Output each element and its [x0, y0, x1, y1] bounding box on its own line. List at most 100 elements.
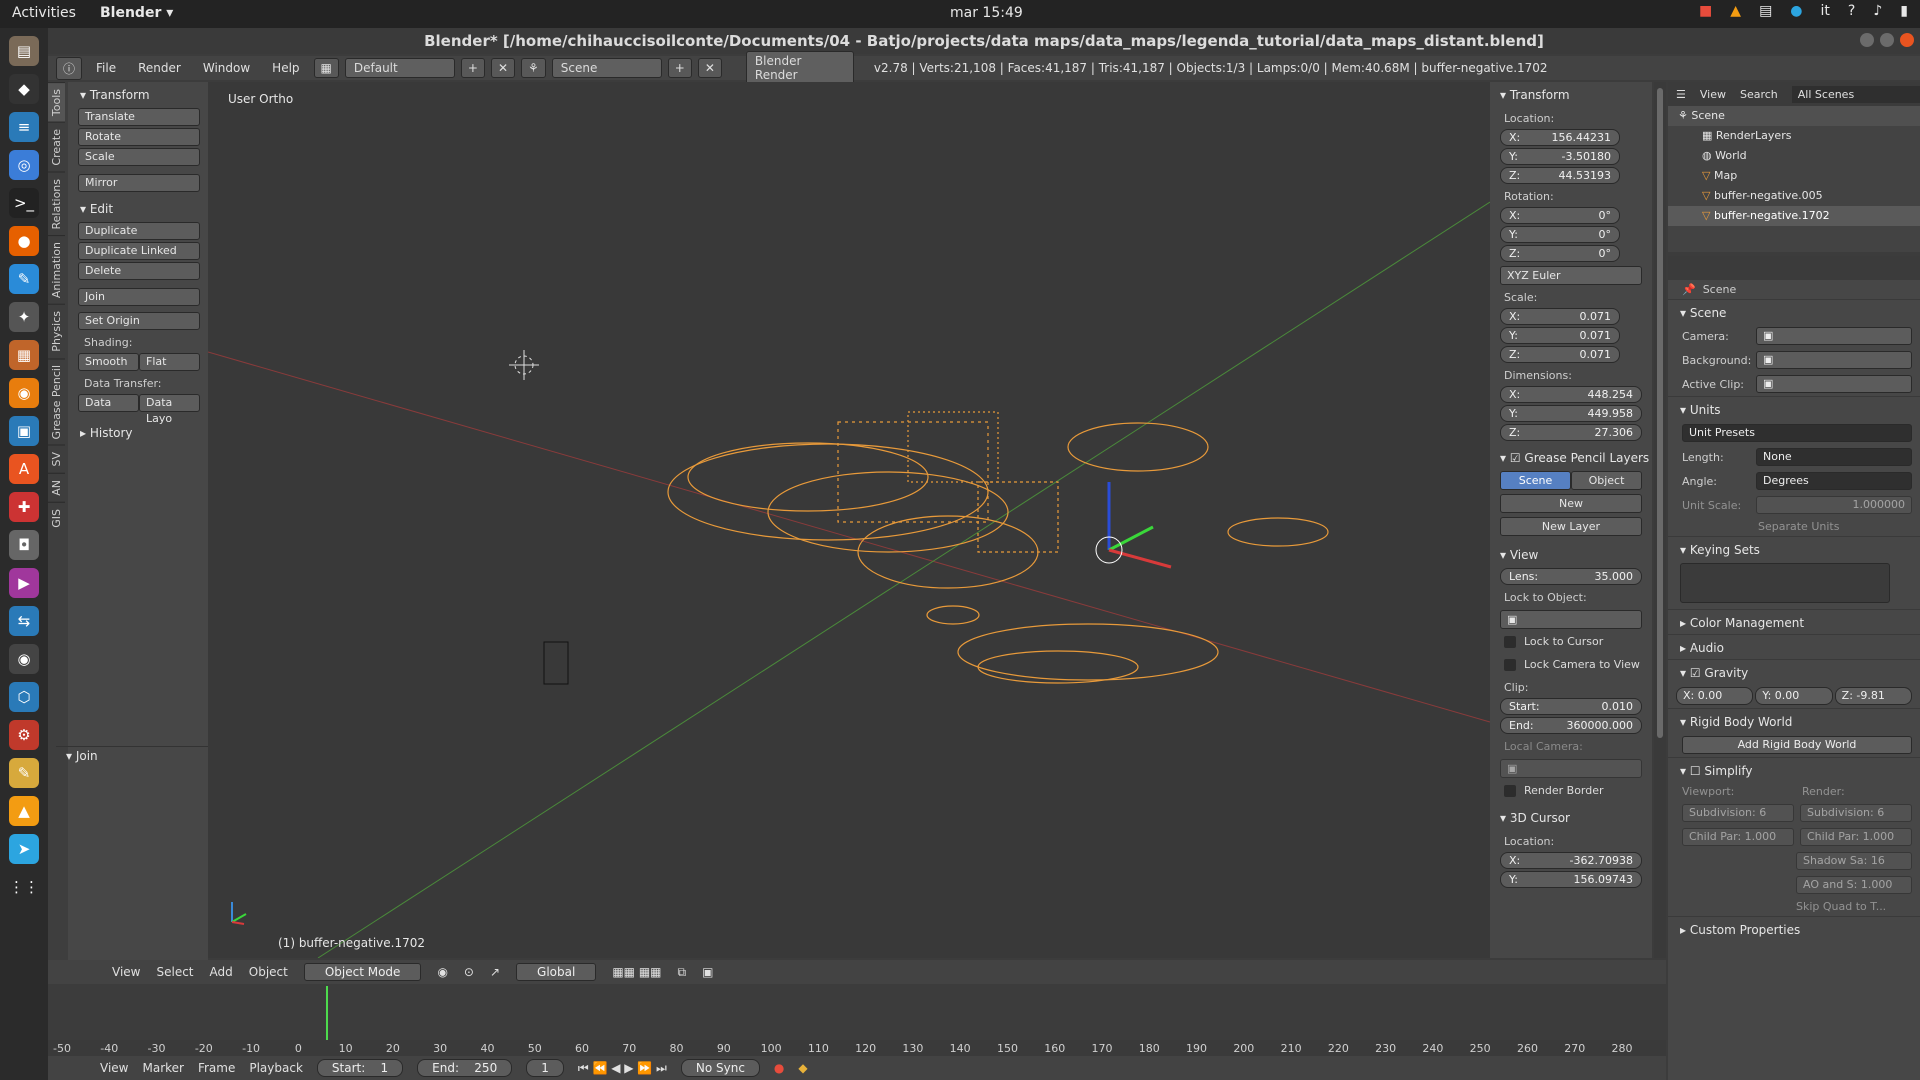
- tab-relations[interactable]: Relations: [48, 171, 65, 236]
- volume-icon[interactable]: ♪: [1873, 3, 1882, 19]
- audio-header[interactable]: ▸ Audio: [1668, 634, 1920, 659]
- smooth-button[interactable]: Smooth: [78, 353, 139, 371]
- camera-field[interactable]: ▣: [1756, 327, 1912, 345]
- files-icon[interactable]: ▤: [1759, 3, 1772, 19]
- editor-type-icon[interactable]: ⓘ: [56, 56, 83, 80]
- skip-quad-row[interactable]: Skip Quad to T...: [1668, 897, 1920, 916]
- snap-icon[interactable]: ⧉: [678, 965, 687, 980]
- layout-icon[interactable]: ▦: [313, 58, 339, 78]
- scale-button[interactable]: Scale: [78, 148, 200, 166]
- clip-end-field[interactable]: End: 360000.000: [1500, 717, 1642, 734]
- gp-object-tab[interactable]: Object: [1571, 471, 1642, 490]
- tl-frame-menu[interactable]: Frame: [198, 1061, 235, 1075]
- active-clip-field[interactable]: ▣: [1756, 375, 1912, 393]
- language-indicator[interactable]: it: [1821, 3, 1830, 19]
- telegram-icon[interactable]: ●: [1790, 3, 1802, 19]
- view-header[interactable]: ▾ View: [1490, 542, 1652, 566]
- scale-z[interactable]: Z: 0.071: [1500, 346, 1620, 363]
- notes-icon[interactable]: ✎: [9, 758, 39, 788]
- keyframe-icon[interactable]: ◆: [798, 1061, 807, 1075]
- activities-button[interactable]: Activities: [12, 5, 76, 21]
- tl-marker-menu[interactable]: Marker: [142, 1061, 183, 1075]
- object-menu[interactable]: Object: [249, 965, 288, 979]
- start-frame-field[interactable]: Start: 1: [316, 1059, 404, 1077]
- set-origin-select[interactable]: Set Origin: [78, 312, 200, 330]
- clock[interactable]: mar 15:49: [950, 5, 1023, 21]
- edit-header[interactable]: ▾ Edit: [70, 200, 208, 220]
- outliner-item-map[interactable]: ▽ Map: [1668, 166, 1920, 186]
- dimension-y[interactable]: Y: 449.958: [1500, 405, 1642, 422]
- cursor-x[interactable]: X: -362.70938: [1500, 852, 1642, 869]
- duplicate-button[interactable]: Duplicate: [78, 222, 200, 240]
- remove-layout-icon[interactable]: ✕: [490, 58, 515, 78]
- outliner-filter-select[interactable]: All Scenes: [1791, 85, 1920, 103]
- vlc-app-icon[interactable]: ▲: [9, 796, 39, 826]
- view-menu[interactable]: View: [112, 965, 140, 979]
- scene-field[interactable]: Scene: [551, 58, 662, 78]
- layout-field[interactable]: Default: [344, 58, 455, 78]
- firefox-icon[interactable]: ●: [9, 226, 39, 256]
- outliner-item-renderlayers[interactable]: ▦ RenderLayers: [1668, 126, 1920, 146]
- pin-icon[interactable]: 📌: [1682, 283, 1696, 296]
- rigid-body-header[interactable]: ▾ Rigid Body World: [1668, 708, 1920, 733]
- add-layout-icon[interactable]: +: [460, 58, 485, 78]
- pivot-icon[interactable]: ⊙: [464, 965, 474, 979]
- keying-sets-list[interactable]: [1680, 563, 1890, 603]
- simplify-header[interactable]: ▾ ☐ Simplify: [1668, 757, 1920, 782]
- shadow-samples[interactable]: Shadow Sa: 16: [1796, 852, 1912, 870]
- current-frame-line[interactable]: [326, 986, 328, 1040]
- rotation-y[interactable]: Y: 0°: [1500, 226, 1620, 243]
- angle-select[interactable]: Degrees: [1756, 472, 1912, 490]
- chromium-icon[interactable]: ◎: [9, 150, 39, 180]
- telegram-app-icon[interactable]: ➤: [9, 834, 39, 864]
- transform-header[interactable]: ▾ Transform: [70, 86, 208, 106]
- join-operator-header[interactable]: ▾ Join: [56, 747, 208, 767]
- select-menu[interactable]: Select: [156, 965, 193, 979]
- add-menu[interactable]: Add: [210, 965, 233, 979]
- gravity-z[interactable]: Z: -9.81: [1834, 687, 1912, 705]
- blender-icon[interactable]: ◉: [9, 378, 39, 408]
- scene-icon[interactable]: ⚘: [521, 58, 546, 78]
- maximize-button[interactable]: [1880, 33, 1894, 47]
- help-icon[interactable]: ?: [1848, 3, 1855, 19]
- render-engine-select[interactable]: Blender Render: [745, 51, 854, 85]
- subdivision-viewport[interactable]: Subdivision: 6: [1682, 804, 1794, 822]
- scale-x[interactable]: X: 0.071: [1500, 308, 1620, 325]
- render-icon[interactable]: ▣: [702, 965, 713, 979]
- tab-animation[interactable]: Animation: [48, 235, 65, 305]
- eye-icon[interactable]: ◉: [9, 644, 39, 674]
- add-rigid-body-button[interactable]: Add Rigid Body World: [1682, 736, 1912, 754]
- clip-start-field[interactable]: Start: 0.010: [1500, 698, 1642, 715]
- files-app-icon[interactable]: ▤: [9, 36, 39, 66]
- data-button[interactable]: Data: [78, 394, 139, 412]
- mode-select[interactable]: Object Mode: [303, 963, 422, 981]
- writer-icon[interactable]: ≡: [9, 112, 39, 142]
- menu-render[interactable]: Render: [130, 61, 189, 75]
- lens-field[interactable]: Lens: 35.000: [1500, 568, 1642, 585]
- vlc-icon[interactable]: ▲: [1730, 3, 1741, 19]
- box-icon[interactable]: ⬡: [9, 682, 39, 712]
- location-z[interactable]: Z: 44.53193: [1500, 167, 1620, 184]
- render-border-checkbox[interactable]: Render Border: [1490, 778, 1652, 801]
- gravity-header[interactable]: ▾ ☑ Gravity: [1668, 659, 1920, 684]
- npanel-scroll-thumb[interactable]: [1657, 88, 1663, 738]
- gimp-icon[interactable]: ✦: [9, 302, 39, 332]
- tl-playback-menu[interactable]: Playback: [249, 1061, 303, 1075]
- tab-an[interactable]: AN: [48, 472, 65, 502]
- impress-icon[interactable]: ▦: [9, 340, 39, 370]
- rotate-button[interactable]: Rotate: [78, 128, 200, 146]
- outliner-search-menu[interactable]: Search: [1740, 88, 1778, 101]
- software-center-icon[interactable]: A: [9, 454, 39, 484]
- join-button[interactable]: Join: [78, 288, 200, 306]
- scanner-icon[interactable]: ▣: [9, 416, 39, 446]
- outliner-item-scene[interactable]: ⚘ Scene: [1668, 106, 1920, 126]
- length-select[interactable]: None: [1756, 448, 1912, 466]
- properties-context-tabs[interactable]: [1668, 256, 1920, 280]
- np-transform-header[interactable]: ▾ Transform: [1490, 82, 1652, 106]
- sync-select[interactable]: No Sync: [680, 1059, 760, 1077]
- background-field[interactable]: ▣: [1756, 351, 1912, 369]
- duplicate-linked-button[interactable]: Duplicate Linked: [78, 242, 200, 260]
- tl-view-menu[interactable]: View: [100, 1061, 128, 1075]
- dimension-x[interactable]: X: 448.254: [1500, 386, 1642, 403]
- new-layer-button[interactable]: New Layer: [1500, 517, 1642, 536]
